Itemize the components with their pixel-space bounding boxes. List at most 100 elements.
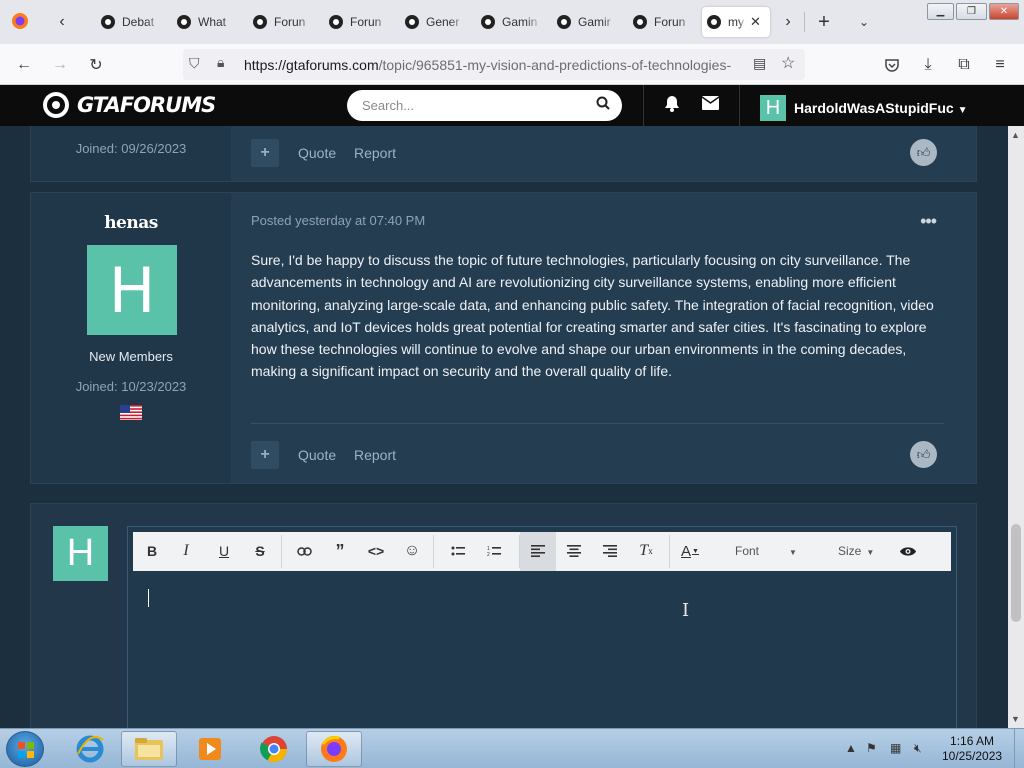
post-author-name[interactable]: henas (31, 213, 231, 233)
browser-tab[interactable]: Forun (628, 7, 702, 37)
browser-tab[interactable]: Forun (248, 7, 322, 37)
page-scrollbar[interactable]: ▲ ▼ (1008, 126, 1024, 728)
blockquote-icon[interactable]: ” (329, 540, 351, 562)
forward-arrow-icon[interactable]: → (46, 51, 74, 79)
font-dropdown[interactable]: Font ▼ (735, 544, 797, 558)
pocket-icon[interactable] (878, 51, 906, 79)
system-clock[interactable]: 1:16 AM 10/25/2023 (942, 734, 1002, 764)
us-flag-icon (120, 405, 142, 420)
browser-tab[interactable]: What (172, 7, 246, 37)
site-header: GTAFORUMS Search... HardoldWasAStupidFuc… (0, 85, 1024, 126)
quote-button[interactable]: Quote (298, 145, 336, 161)
tracking-protection-icon[interactable]: ⛉ (189, 55, 200, 72)
file-explorer-icon[interactable] (121, 731, 177, 767)
url-path: /topic/965851-my-vision-and-predictions-… (378, 57, 732, 73)
search-icon[interactable] (596, 96, 610, 114)
post-timestamp[interactable]: Posted yesterday at 07:40 PM (251, 213, 425, 228)
windows-taskbar: ▲ ⚑ ▦ 🔇︎ 1:16 AM 10/25/2023 (0, 728, 1024, 768)
volume-muted-icon[interactable]: 🔇︎ (914, 741, 922, 756)
restore-window-icon[interactable]: ❐ (956, 3, 987, 20)
user-menu[interactable]: HardoldWasAStupidFuc ▼ (794, 100, 968, 116)
report-button[interactable]: Report (354, 447, 396, 463)
align-right-icon[interactable] (599, 540, 621, 562)
clear-formatting-icon[interactable]: Tx (635, 540, 657, 562)
start-button-icon[interactable] (6, 731, 44, 767)
show-hidden-icons-icon[interactable]: ▲ (845, 741, 857, 755)
quote-button[interactable]: Quote (298, 447, 336, 463)
rich-text-editor[interactable]: B I U S ” <> ☺ 12 T x A ▼ Font ▼ Size ▼ (127, 526, 957, 728)
network-icon[interactable]: ▦ (890, 741, 901, 755)
back-arrow-icon[interactable]: ← (10, 51, 38, 79)
url-bar[interactable]: ⛉ 🔒︎ https://gtaforums.com/topic/965851-… (183, 49, 805, 80)
new-tab-icon[interactable]: + (810, 8, 838, 36)
bookmark-star-icon[interactable]: ☆ (781, 53, 795, 73)
joined-date: Joined: 10/23/2023 (75, 379, 187, 394)
scroll-up-icon[interactable]: ▲ (1011, 130, 1020, 140)
numbered-list-icon[interactable]: 12 (483, 540, 505, 562)
site-logo[interactable]: GTAFORUMS (42, 91, 216, 119)
browser-tab-strip: ‹ Debat What Forun Forun Gener Gamin Gam… (0, 0, 1024, 44)
size-dropdown[interactable]: Size ▼ (838, 544, 874, 558)
like-thumbs-up-icon[interactable]: 👍︎ (910, 139, 937, 166)
italic-icon[interactable]: I (175, 540, 197, 562)
show-desktop-button[interactable] (1014, 729, 1024, 768)
reload-icon[interactable]: ↻ (82, 51, 110, 79)
link-icon[interactable] (293, 540, 315, 562)
tab-scroll-left-icon[interactable]: ‹ (48, 8, 76, 36)
post-author-avatar[interactable]: H (87, 245, 177, 335)
post-divider (251, 423, 944, 424)
underline-icon[interactable]: U (213, 540, 235, 562)
hamburger-menu-icon[interactable]: ≡ (986, 51, 1014, 79)
chrome-icon[interactable] (246, 731, 302, 767)
bold-icon[interactable]: B (141, 540, 163, 562)
align-left-icon[interactable] (527, 540, 549, 562)
scroll-down-icon[interactable]: ▼ (1011, 714, 1020, 724)
tab-close-icon[interactable]: ✕ (750, 14, 761, 30)
code-icon[interactable]: <> (365, 540, 387, 562)
strikethrough-icon[interactable]: S (249, 540, 271, 562)
internet-explorer-icon[interactable] (62, 731, 118, 767)
search-box[interactable]: Search... (347, 90, 622, 121)
multiquote-plus-button[interactable]: + (251, 139, 279, 167)
search-input[interactable]: Search... (362, 98, 414, 113)
align-center-icon[interactable] (563, 540, 585, 562)
user-avatar[interactable]: H (760, 95, 786, 121)
media-player-icon[interactable] (182, 731, 238, 767)
browser-tab[interactable]: Forun (324, 7, 398, 37)
browser-tab[interactable]: Gener (400, 7, 474, 37)
extensions-icon[interactable]: ⧉ (950, 51, 978, 79)
chevron-down-icon: ▼ (957, 105, 968, 116)
browser-tab[interactable]: Debat (96, 7, 170, 37)
list-all-tabs-icon[interactable]: ⌄ (850, 8, 878, 36)
url-text[interactable]: https://gtaforums.com/topic/965851-my-vi… (244, 57, 744, 73)
preview-eye-icon[interactable] (897, 540, 919, 562)
browser-tab[interactable]: Gamin (476, 7, 550, 37)
reader-view-icon[interactable]: ▤ (753, 55, 766, 72)
close-window-icon[interactable]: ✕ (989, 3, 1019, 20)
gtaforums-favicon-icon (329, 15, 343, 29)
multiquote-plus-button[interactable]: + (251, 441, 279, 469)
scrollbar-thumb[interactable] (1011, 524, 1021, 622)
emoji-icon[interactable]: ☺ (401, 540, 423, 562)
forum-post: henas H New Members Joined: 10/23/2023 P… (30, 192, 977, 484)
browser-tab-active[interactable]: my ✕ (702, 7, 770, 37)
report-button[interactable]: Report (354, 145, 396, 161)
action-center-flag-icon[interactable]: ⚑ (866, 741, 877, 755)
firefox-menu-icon[interactable] (10, 11, 30, 31)
browser-tab[interactable]: Gamir (552, 7, 626, 37)
minimize-window-icon[interactable]: ▁ (927, 3, 954, 20)
like-thumbs-up-icon[interactable]: 👍︎ (910, 441, 937, 468)
previous-post-body: + Quote Report 👍︎ (231, 126, 976, 181)
tab-scroll-right-icon[interactable]: › (774, 8, 802, 36)
post-options-ellipsis-icon[interactable]: ••• (920, 211, 937, 232)
downloads-icon[interactable]: ⤓ (914, 51, 942, 79)
lock-icon[interactable]: 🔒︎ (217, 54, 224, 71)
clock-date: 10/25/2023 (942, 749, 1003, 763)
tab-label: Forun (350, 15, 382, 29)
bulleted-list-icon[interactable] (447, 540, 469, 562)
tab-label: Forun (654, 15, 686, 29)
text-color-icon[interactable]: A ▼ (679, 540, 701, 562)
firefox-taskbar-icon[interactable] (306, 731, 362, 767)
notifications-bell-icon[interactable] (664, 95, 680, 117)
messages-envelope-icon[interactable] (701, 95, 720, 115)
